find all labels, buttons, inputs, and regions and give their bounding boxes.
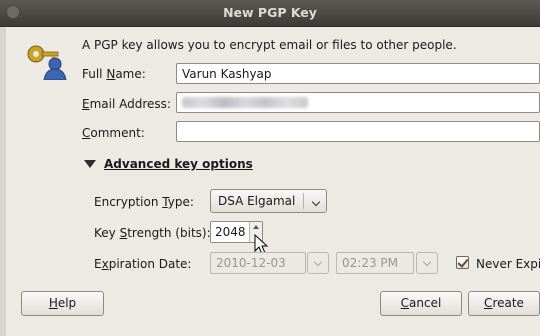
- keys-icon: [27, 45, 67, 80]
- advanced-options-expander[interactable]: Advanced key options: [84, 157, 253, 171]
- title-bar: New PGP Key: [0, 0, 540, 27]
- chevron-down-icon: [311, 197, 321, 207]
- date-dropdown-button: [307, 252, 329, 274]
- encryption-type-select[interactable]: DSA Elgamal: [210, 189, 327, 213]
- comment-label: Comment:: [82, 126, 145, 140]
- comment-field[interactable]: [176, 121, 540, 142]
- encryption-type-label: Encryption Type:: [94, 195, 194, 209]
- help-button[interactable]: Help: [21, 291, 104, 316]
- background-window-strip: [0, 27, 6, 336]
- full-name-field[interactable]: Varun Kashyap: [176, 63, 540, 84]
- create-button[interactable]: Create: [468, 291, 540, 316]
- key-strength-label: Key Strength (bits):: [94, 226, 211, 240]
- email-label: Email Address:: [82, 97, 171, 111]
- time-dropdown-button: [416, 252, 438, 274]
- never-expires-label[interactable]: Never Expire: [476, 257, 540, 271]
- expiration-time-field: 02:23 PM: [336, 252, 414, 274]
- expiration-date-field: 2010-12-03: [210, 252, 306, 274]
- spin-up-icon: [253, 225, 259, 229]
- chevron-down-icon: [422, 257, 432, 267]
- chevron-down-icon: [313, 257, 323, 267]
- expander-arrow-icon: [84, 160, 96, 168]
- expiration-date-label: Expiration Date:: [94, 257, 192, 271]
- window-title: New PGP Key: [223, 5, 317, 20]
- cancel-button[interactable]: Cancel: [380, 291, 462, 316]
- blurred-email-text: [182, 97, 308, 108]
- intro-text: A PGP key allows you to encrypt email or…: [82, 38, 457, 52]
- full-name-label: Full Name:: [82, 67, 146, 81]
- never-expires-checkbox[interactable]: [456, 256, 469, 269]
